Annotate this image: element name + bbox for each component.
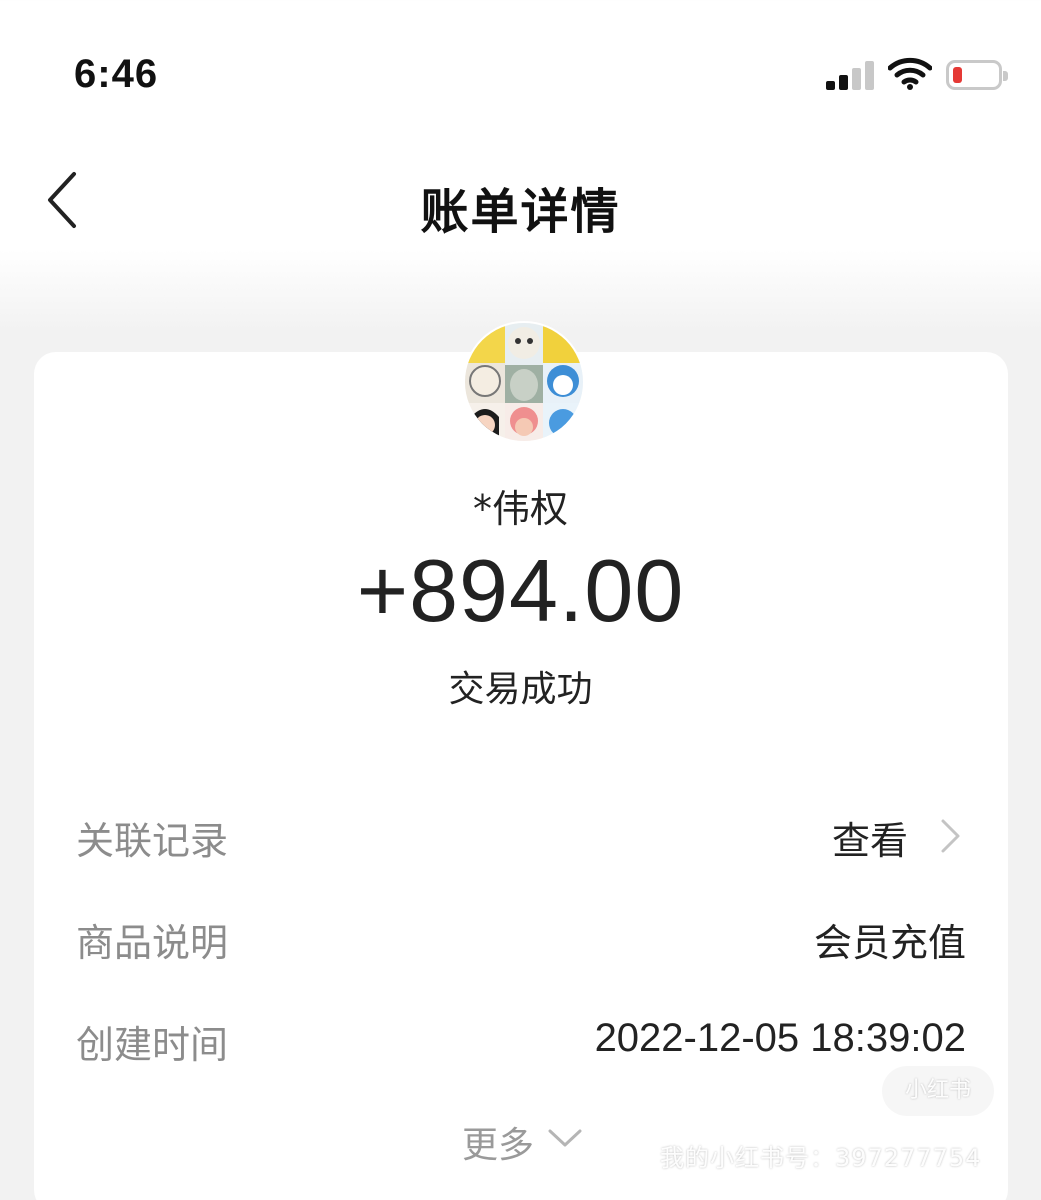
battery-nub <box>1003 71 1008 81</box>
transaction-status: 交易成功 <box>448 669 593 710</box>
avatar <box>465 323 583 441</box>
status-time: 6:46 <box>74 52 159 96</box>
view-link[interactable]: 查看 <box>832 810 908 865</box>
wifi-icon <box>888 57 932 90</box>
related-records-row[interactable]: 关联记录 查看 <box>76 804 966 864</box>
watermark-logo: 小红书 <box>882 1066 994 1116</box>
created-time-label: 创建时间 <box>76 1023 229 1067</box>
product-description-row: 商品说明 会员充值 <box>76 906 966 966</box>
payer-name: *伟权 <box>472 487 568 531</box>
transaction-amount: +894.00 <box>356 541 685 640</box>
product-description-value: 会员充值 <box>813 921 966 965</box>
chevron-down-icon <box>548 1129 582 1147</box>
chevron-right-icon <box>941 819 960 853</box>
status-bar: 6:46 <box>0 0 1041 150</box>
watermark-account: 我的小红书号：397277754 <box>660 1144 982 1172</box>
related-records-label: 关联记录 <box>76 819 229 863</box>
created-time-value: 2022-12-05 18:39:02 <box>594 1016 966 1060</box>
page-title: 账单详情 <box>420 184 621 240</box>
nav-bar: 账单详情 <box>0 150 1041 250</box>
product-description-label: 商品说明 <box>76 921 229 965</box>
more-label: 更多 <box>462 1125 535 1166</box>
cartoon-collage-avatar-image <box>465 323 583 441</box>
more-button[interactable]: 更多 <box>462 1112 592 1166</box>
created-time-row: 创建时间 2022-12-05 18:39:02 <box>76 1008 966 1068</box>
battery-low-icon <box>946 60 1008 90</box>
battery-level-fill <box>953 67 962 83</box>
cellular-signal-icon <box>826 60 874 90</box>
